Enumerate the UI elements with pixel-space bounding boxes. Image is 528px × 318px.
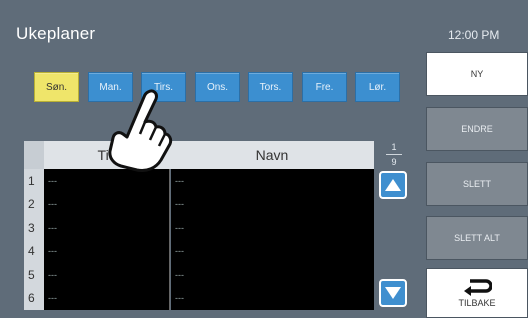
ny-button[interactable]: NY (426, 52, 528, 96)
day-tabs: Søn. Man. Tirs. Ons. Tors. Fre. Lør. (34, 72, 404, 102)
scroll-down-button[interactable] (379, 279, 407, 307)
day-tab-son[interactable]: Søn. (34, 72, 79, 102)
day-tab-ons[interactable]: Ons. (195, 72, 240, 102)
tap-hand-icon (108, 89, 173, 172)
row-number: 1 (24, 169, 44, 193)
page-total: 9 (391, 157, 397, 167)
cell-tid: --- (44, 263, 170, 287)
row-number: 5 (24, 263, 44, 287)
cell-navn: --- (171, 286, 374, 310)
clock: 12:00 PM (448, 28, 500, 42)
endre-button[interactable]: ENDRE (426, 107, 528, 151)
cell-navn: --- (171, 169, 374, 193)
cell-navn: --- (171, 216, 374, 240)
scroll-up-button[interactable] (379, 171, 407, 199)
down-arrow-icon (385, 287, 401, 299)
cell-tid: --- (44, 286, 170, 310)
row-number: 6 (24, 286, 44, 310)
page-indicator: 1 9 (382, 142, 406, 172)
table-row[interactable]: 4 --- --- (24, 239, 374, 263)
row-number: 4 (24, 239, 44, 263)
page-current: 1 (391, 142, 397, 152)
table-row[interactable]: 5 --- --- (24, 263, 374, 287)
cell-tid: --- (44, 169, 170, 193)
cell-tid: --- (44, 192, 170, 216)
table-body: 1 --- --- 2 --- --- 3 --- --- 4 --- --- … (24, 169, 374, 310)
column-header-navn: Navn (255, 147, 289, 163)
schedule-table: Tid Navn 1 --- --- 2 --- --- 3 --- --- 4… (24, 141, 374, 310)
day-tab-lor[interactable]: Lør. (355, 72, 400, 102)
day-tab-fre[interactable]: Fre. (302, 72, 347, 102)
day-tab-tors[interactable]: Tors. (248, 72, 293, 102)
slett-alt-button[interactable]: SLETT ALT (426, 216, 528, 260)
row-number: 2 (24, 192, 44, 216)
tilbake-label: TILBAKE (458, 298, 496, 308)
cell-tid: --- (44, 216, 170, 240)
table-row[interactable]: 1 --- --- (24, 169, 374, 193)
table-header: Tid Navn (24, 141, 374, 169)
cell-navn: --- (171, 263, 374, 287)
cell-tid: --- (44, 239, 170, 263)
cell-navn: --- (171, 239, 374, 263)
up-arrow-icon (385, 179, 401, 191)
table-row[interactable]: 6 --- --- (24, 286, 374, 310)
back-arrow-icon (464, 279, 492, 296)
page-divider (386, 154, 402, 155)
slett-button[interactable]: SLETT (426, 162, 528, 206)
tilbake-button[interactable]: TILBAKE (426, 268, 528, 318)
cell-navn: --- (171, 192, 374, 216)
table-row[interactable]: 2 --- --- (24, 192, 374, 216)
row-number-header (24, 141, 44, 169)
page-title: Ukeplaner (16, 24, 96, 43)
table-row[interactable]: 3 --- --- (24, 216, 374, 240)
row-number: 3 (24, 216, 44, 240)
